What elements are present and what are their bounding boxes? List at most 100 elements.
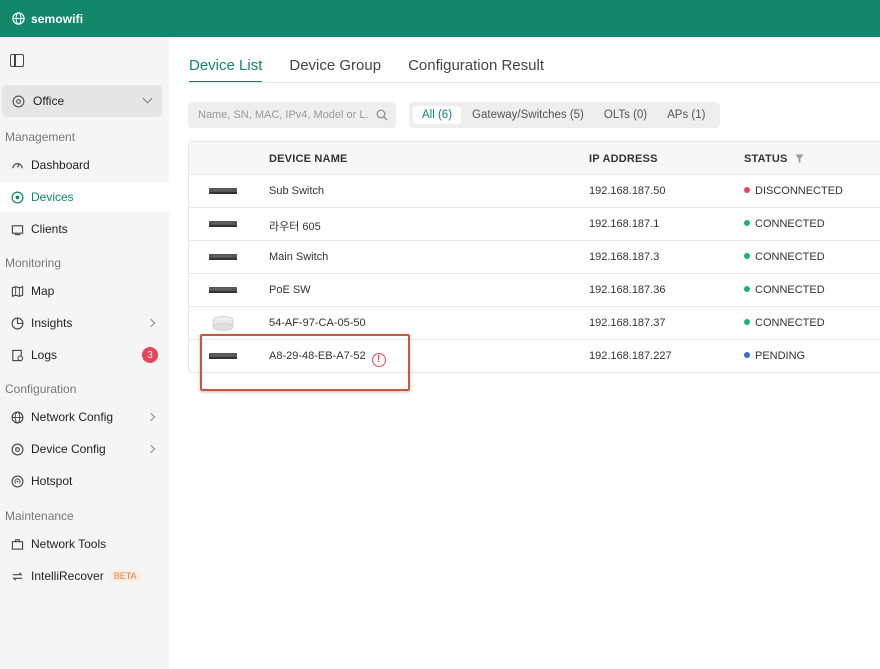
sidebar-item-label: Dashboard [31, 158, 90, 172]
sidebar-item-dashboard[interactable]: Dashboard [0, 150, 169, 180]
switch-icon [209, 254, 237, 260]
filter-icon[interactable] [795, 154, 804, 163]
switch-icon [209, 221, 237, 227]
sidebar-item-network-tools[interactable]: Network Tools [0, 529, 169, 559]
table-row[interactable]: 라우터 605 192.168.187.1 CONNECTED [189, 208, 880, 241]
highlight-box [200, 334, 410, 391]
tab-configuration-result[interactable]: Configuration Result [408, 57, 544, 83]
location-icon [12, 95, 25, 107]
network-config-icon [10, 410, 24, 424]
column-ip-address[interactable]: IP ADDRESS [589, 153, 658, 165]
status-text: CONNECTED [755, 284, 825, 296]
filter-all[interactable]: All (6) [413, 106, 462, 124]
search-input[interactable]: Name, SN, MAC, IPv4, Model or L... [188, 102, 396, 128]
sidebar-item-label: Map [31, 284, 55, 298]
device-name[interactable]: PoE SW [269, 284, 311, 296]
status-dot [744, 253, 750, 259]
table-header: DEVICE NAME IP ADDRESS STATUS [189, 142, 880, 175]
chevron-right-icon [146, 318, 156, 328]
sidebar-item-devices[interactable]: Devices [0, 182, 169, 212]
status-text: CONNECTED [755, 317, 825, 329]
status-text: CONNECTED [755, 218, 825, 230]
sidebar-item-intellirecover[interactable]: IntelliRecover BETA [0, 561, 169, 591]
sidebar-item-label: Devices [31, 190, 74, 204]
ip-address: 192.168.187.3 [589, 251, 660, 263]
sidebar-item-label: IntelliRecover [31, 569, 104, 583]
sidebar-item-hotspot[interactable]: Hotspot [0, 466, 169, 496]
sidebar-item-network-config[interactable]: Network Config [0, 402, 169, 432]
status-dot [744, 352, 750, 358]
tab-device-group[interactable]: Device Group [289, 57, 381, 83]
status-dot [744, 319, 750, 325]
map-icon [10, 284, 24, 298]
tab-device-list[interactable]: Device List [189, 57, 263, 83]
beta-tag: BETA [109, 570, 141, 582]
table-row[interactable]: PoE SW 192.168.187.36 CONNECTED [189, 274, 880, 307]
filter-aps[interactable]: APs (1) [658, 106, 714, 124]
chevron-down-icon [142, 93, 153, 104]
device-config-icon [10, 442, 24, 456]
section-monitoring: Monitoring [5, 256, 62, 270]
status-cell: PENDING [744, 350, 805, 362]
ip-address: 192.168.187.227 [589, 350, 672, 362]
table-row[interactable]: Sub Switch 192.168.187.50 DISCONNECTED [189, 175, 880, 208]
access-point-icon [212, 316, 234, 331]
sidebar-item-clients[interactable]: Clients [0, 214, 169, 244]
status-cell: DISCONNECTED [744, 185, 843, 197]
sidebar-item-logs[interactable]: Logs 3 [0, 340, 169, 370]
hotspot-icon [10, 474, 24, 488]
sidebar-item-label: Network Config [31, 410, 114, 424]
search-placeholder: Name, SN, MAC, IPv4, Model or L... [198, 109, 368, 121]
status-text: PENDING [755, 350, 806, 362]
section-configuration: Configuration [5, 382, 77, 396]
sidebar-item-label: Insights [31, 316, 73, 330]
column-status[interactable]: STATUS [744, 153, 788, 165]
status-text: DISCONNECTED [755, 185, 844, 197]
sidebar-item-insights[interactable]: Insights [0, 308, 169, 338]
filter-gateway-switches[interactable]: Gateway/Switches (5) [463, 106, 593, 124]
column-device-name[interactable]: DEVICE NAME [269, 153, 348, 165]
ip-address: 192.168.187.37 [589, 317, 666, 329]
sidebar: Office Management Dashboard Devices Clie… [0, 37, 169, 669]
main-tabs: Device List Device Group Configuration R… [189, 57, 571, 83]
intellirecover-icon [10, 569, 24, 583]
sidebar-item-device-config[interactable]: Device Config [0, 434, 169, 464]
sidebar-item-label: Network Tools [31, 537, 107, 551]
sidebar-item-label: Device Config [31, 442, 106, 456]
sidebar-item-map[interactable]: Map [0, 276, 169, 306]
status-cell: CONNECTED [744, 251, 825, 263]
app-title: semowifi [31, 11, 84, 26]
globe-icon [12, 12, 25, 25]
sidebar-toggle-icon[interactable] [10, 54, 24, 67]
chevron-right-icon [146, 412, 156, 422]
logs-count-badge: 3 [142, 347, 158, 363]
devices-icon [10, 190, 24, 204]
status-dot [744, 286, 750, 292]
tabs-divider [189, 82, 880, 83]
device-name[interactable]: 라우터 605 [269, 218, 321, 234]
chevron-right-icon [146, 444, 156, 454]
site-selector[interactable]: Office [2, 85, 162, 117]
sidebar-item-label: Clients [31, 222, 68, 236]
switch-icon [209, 188, 237, 194]
filter-olts[interactable]: OLTs (0) [595, 106, 656, 124]
site-selector-label: Office [33, 94, 65, 108]
switch-icon [209, 287, 237, 293]
device-name[interactable]: 54-AF-97-CA-05-50 [269, 317, 366, 329]
sidebar-item-label: Hotspot [31, 474, 73, 488]
clients-icon [10, 222, 24, 236]
status-text: CONNECTED [755, 251, 825, 263]
dashboard-icon [10, 158, 24, 172]
status-dot [744, 220, 750, 226]
device-name[interactable]: Sub Switch [269, 185, 324, 197]
insights-icon [10, 316, 24, 330]
device-type-filter: All (6) Gateway/Switches (5) OLTs (0) AP… [409, 102, 721, 128]
ip-address: 192.168.187.50 [589, 185, 666, 197]
table-row[interactable]: Main Switch 192.168.187.3 CONNECTED [189, 241, 880, 274]
top-bar: semowifi [0, 0, 880, 37]
section-management: Management [5, 130, 76, 144]
logs-icon [10, 348, 24, 362]
sidebar-item-label: Logs [31, 348, 58, 362]
ip-address: 192.168.187.1 [589, 218, 660, 230]
device-name[interactable]: Main Switch [269, 251, 328, 263]
